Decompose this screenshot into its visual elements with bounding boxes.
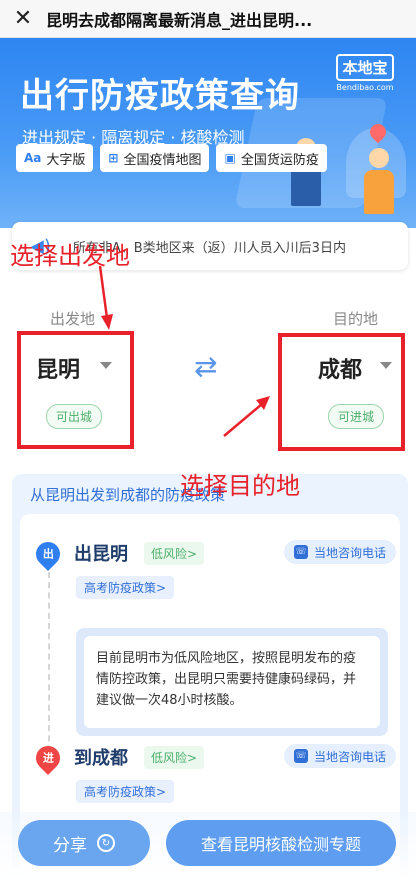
departure-info-box: 目前昆明市为低风险地区，按照昆明发布的疫情防控政策，出昆明只需要持健康码绿码，并…: [76, 628, 388, 736]
arrival-consult-button[interactable]: ☏ 当地咨询电话: [284, 744, 397, 768]
destination-label: 目的地: [332, 310, 378, 328]
share-button[interactable]: 分享 ↻: [18, 820, 150, 866]
chip-label: 大字版: [46, 152, 86, 168]
share-label: 分享: [53, 835, 87, 856]
phone-icon: ☏: [294, 545, 308, 559]
annotation-text-destination: 选择目的地: [180, 472, 300, 500]
departure-step-title: 出昆明: [74, 544, 128, 565]
chip-label: 全国疫情地图: [123, 152, 202, 168]
nucleic-test-topic-button[interactable]: 查看昆明核酸检测专题: [166, 820, 396, 866]
annotation-text-departure: 选择出发地: [10, 242, 130, 270]
close-icon[interactable]: ✕: [0, 0, 46, 38]
share-icon: ↻: [97, 834, 115, 852]
annotation-box-departure: [17, 331, 134, 449]
departure-label: 出发地: [50, 310, 96, 328]
font-size-icon: Aa: [24, 151, 42, 165]
departure-badge-icon: 出: [31, 537, 65, 571]
annotation-box-destination: [278, 333, 405, 451]
swap-icon[interactable]: ⇄: [194, 350, 217, 383]
epidemic-map-button[interactable]: ⊞ 全国疫情地图: [100, 144, 210, 172]
timeline-divider: [48, 572, 50, 772]
truck-icon: ▣: [224, 151, 236, 165]
departure-risk-tag[interactable]: 低风险>: [144, 542, 205, 565]
arrival-exam-link[interactable]: 高考防疫政策>: [76, 780, 175, 803]
banner-title: 出行防疫政策查询: [20, 76, 300, 116]
brand-logo: 本地宝 Bendibao.com: [328, 54, 402, 96]
arrival-badge-icon: 进: [31, 741, 65, 775]
brand-name: 本地宝: [336, 54, 394, 81]
large-font-button[interactable]: Aa 大字版: [16, 144, 94, 172]
freight-button[interactable]: ▣ 全国货运防疫: [216, 144, 327, 172]
chip-label: 全国货运防疫: [240, 152, 319, 168]
departure-consult-button[interactable]: ☏ 当地咨询电话: [284, 540, 397, 564]
consult-label: 当地咨询电话: [314, 749, 387, 764]
quick-links: Aa 大字版 ⊞ 全国疫情地图 ▣ 全国货运防疫: [16, 144, 327, 172]
navbar: ✕ 昆明去成都隔离最新消息_进出昆明...: [0, 0, 416, 38]
phone-icon: ☏: [294, 749, 308, 763]
arrival-risk-tag[interactable]: 低风险>: [144, 746, 205, 769]
brand-domain: Bendibao.com: [336, 83, 394, 92]
map-icon: ⊞: [108, 151, 119, 165]
departure-exam-link[interactable]: 高考防疫政策>: [76, 576, 175, 599]
person-illustration: [364, 148, 394, 218]
hero-banner: 出行防疫政策查询 进出规定 · 隔离规定 · 核酸检测 本地宝 Bendibao…: [0, 38, 416, 228]
departure-info-text: 目前昆明市为低风险地区，按照昆明发布的疫情防控政策，出昆明只需要持健康码绿码，并…: [84, 636, 380, 728]
page-title: 昆明去成都隔离最新消息_进出昆明...: [46, 10, 313, 30]
arrival-step-title: 到成都: [74, 748, 128, 769]
consult-label: 当地咨询电话: [314, 545, 387, 560]
